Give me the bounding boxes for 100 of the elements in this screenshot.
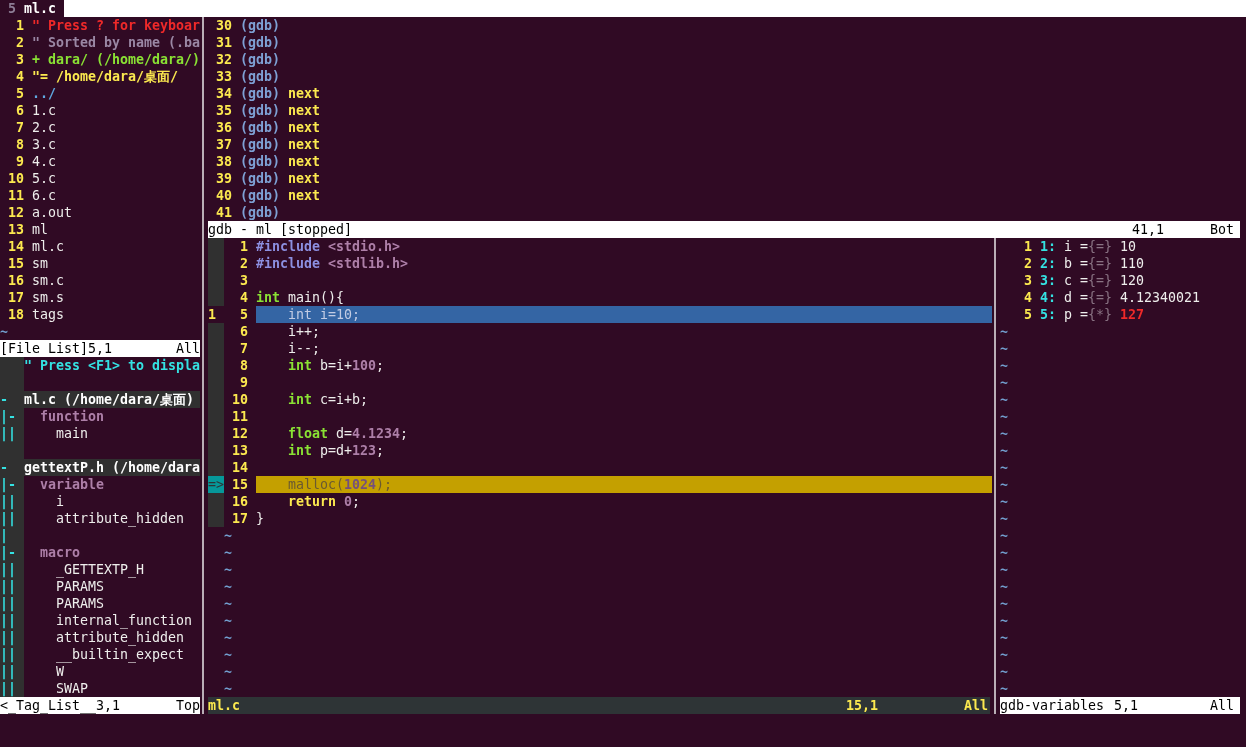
- empty-line-marker: ~: [1000, 510, 1008, 527]
- console-line: (gdb) next: [239, 153, 320, 170]
- buffer-name: ml.c: [208, 697, 241, 714]
- fold-column-cell: ||: [0, 612, 24, 629]
- file-entry[interactable]: "= /home/dara/桌面/: [31, 68, 178, 85]
- line-number: 32: [215, 51, 232, 68]
- line-number: 2: [15, 34, 24, 51]
- file-entry[interactable]: + dara/ (/home/dara/): [31, 51, 200, 68]
- fold-column-cell: [0, 357, 24, 374]
- line-number: 2: [238, 255, 248, 272]
- help-text: " Press ? for keyboar: [31, 17, 200, 34]
- file-entry[interactable]: 1.c: [31, 102, 56, 119]
- sign-gutter-cell: [208, 510, 224, 527]
- empty-line-marker: ~: [1000, 544, 1008, 561]
- console-line: (gdb): [239, 34, 280, 51]
- buffer-name: gdb-variables: [1000, 697, 1105, 714]
- empty-line-marker: ~: [1000, 680, 1008, 697]
- line-number: 12: [230, 425, 248, 442]
- line-number: 9: [238, 374, 248, 391]
- fold-column-cell: ||: [0, 646, 24, 663]
- line-number: 7: [15, 119, 24, 136]
- line-number: 1: [1022, 238, 1032, 255]
- tag-entry[interactable]: SWAP: [24, 680, 88, 697]
- empty-line-marker: ~: [1000, 391, 1008, 408]
- line-number: 18: [7, 306, 24, 323]
- line-number: 2: [1022, 255, 1032, 272]
- fold-column-cell: |: [0, 527, 24, 544]
- tag-entry[interactable]: _GETTEXTP_H: [24, 561, 144, 578]
- line-number: 41: [215, 204, 232, 221]
- code-line: #include <stdio.h>: [255, 238, 401, 255]
- code-line: int c=i+b;: [286, 391, 369, 408]
- tag-file-header[interactable]: ml.c (/home/dara/桌面): [24, 391, 200, 408]
- sign-gutter-cell: [208, 289, 224, 306]
- cursor-position: 3,1: [95, 697, 121, 713]
- tag-scope[interactable]: macro: [24, 544, 80, 561]
- program-counter-sign: =>: [208, 476, 224, 493]
- sign-gutter-cell: [208, 493, 224, 510]
- scroll-position: All: [964, 697, 989, 714]
- file-entry[interactable]: 2.c: [31, 119, 56, 136]
- empty-line-marker: ~: [224, 561, 232, 578]
- empty-line-marker: ~: [1000, 323, 1008, 340]
- tag-entry[interactable]: __builtin_expect: [24, 646, 184, 663]
- cursor-position: 15,1: [846, 697, 880, 714]
- file-entry[interactable]: 6.c: [31, 187, 56, 204]
- watch-expression: 1: i ={=} 10: [1039, 238, 1136, 255]
- tag-entry[interactable]: PARAMS: [24, 578, 104, 595]
- line-number: 4: [238, 289, 248, 306]
- tag-scope[interactable]: function: [24, 408, 104, 425]
- line-number: 13: [7, 221, 24, 238]
- buffer-name: [File List]: [0, 340, 88, 357]
- line-number: 4: [15, 68, 24, 85]
- line-number: 40: [215, 187, 232, 204]
- line-number: 15: [230, 476, 248, 493]
- tag-scope[interactable]: variable: [24, 476, 104, 493]
- fold-column-cell: ||: [0, 493, 24, 510]
- console-line: (gdb): [239, 17, 280, 34]
- line-number: 7: [238, 340, 248, 357]
- code-line: i++;: [286, 323, 321, 340]
- line-number: 8: [15, 136, 24, 153]
- file-entry[interactable]: ml: [31, 221, 48, 238]
- line-number: 38: [215, 153, 232, 170]
- file-entry[interactable]: 3.c: [31, 136, 56, 153]
- empty-line-marker: ~: [1000, 493, 1008, 510]
- file-entry[interactable]: ../: [31, 85, 56, 102]
- file-entry[interactable]: 5.c: [31, 170, 56, 187]
- empty-line-marker: ~: [1000, 340, 1008, 357]
- file-entry[interactable]: tags: [31, 306, 64, 323]
- empty-line-marker: ~: [1000, 527, 1008, 544]
- empty-line-marker: ~: [1000, 595, 1008, 612]
- tag-entry[interactable]: i: [24, 493, 64, 510]
- line-number: 14: [230, 459, 248, 476]
- help-text: " Sorted by name (.ba: [31, 34, 200, 51]
- file-entry[interactable]: ml.c: [31, 238, 64, 255]
- empty-line-marker: ~: [1000, 459, 1008, 476]
- line-number: 35: [215, 102, 232, 119]
- sign-gutter-cell: [208, 238, 224, 255]
- tag-entry[interactable]: PARAMS: [24, 595, 104, 612]
- code-line: i--;: [286, 340, 321, 357]
- code-line: }: [255, 510, 265, 527]
- file-entry[interactable]: sm: [31, 255, 48, 272]
- empty-line-marker: ~: [1000, 476, 1008, 493]
- watch-expression: 3: c ={=} 120: [1039, 272, 1144, 289]
- code-line: int p=d+123;: [286, 442, 385, 459]
- file-entry[interactable]: sm.c: [31, 272, 64, 289]
- tag-entry[interactable]: attribute_hidden: [24, 629, 184, 646]
- tag-file-header[interactable]: gettextP.h (/home/dara: [24, 459, 200, 476]
- fold-column-cell: ||: [0, 680, 24, 697]
- tab[interactable]: 5 ml.c: [0, 0, 64, 17]
- cursor-position: 5,1: [87, 340, 113, 357]
- line-number: 13: [230, 442, 248, 459]
- file-entry[interactable]: sm.s: [31, 289, 64, 306]
- tag-entry[interactable]: W: [24, 663, 64, 680]
- empty-line-marker: ~: [224, 578, 232, 595]
- file-entry[interactable]: 4.c: [31, 153, 56, 170]
- empty-line-marker: ~: [224, 595, 232, 612]
- file-entry[interactable]: a.out: [31, 204, 72, 221]
- fold-column-cell: ||: [0, 561, 24, 578]
- tag-entry[interactable]: attribute_hidden: [24, 510, 184, 527]
- tag-entry[interactable]: internal_function: [24, 612, 192, 629]
- tag-entry[interactable]: main: [24, 425, 88, 442]
